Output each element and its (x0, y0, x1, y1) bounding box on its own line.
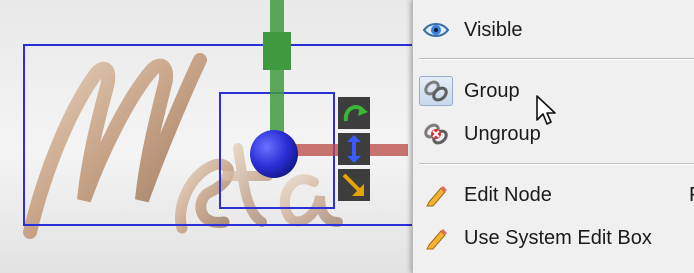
menu-separator (419, 163, 694, 165)
menu-item-ungroup-label: Ungroup (464, 122, 541, 145)
move-vertical-arrow-icon[interactable] (338, 133, 370, 165)
context-menu: Visible Group Ungroup Edit Node Use Syst… (412, 0, 694, 273)
gizmo-center-handle[interactable] (250, 130, 298, 178)
pencil-icon (419, 223, 453, 253)
menu-item-use-system-edit-box[interactable]: Use System Edit Box (413, 220, 694, 256)
menu-item-use-system-edit-box-label: Use System Edit Box (464, 226, 652, 249)
gizmo-y-handle[interactable] (263, 32, 291, 70)
mouse-pointer-icon (535, 94, 559, 131)
menu-item-edit-node-label: Edit Node (464, 183, 552, 206)
transform-gizmo[interactable] (250, 0, 408, 178)
scene-canvas[interactable] (0, 0, 412, 273)
pencil-icon (419, 180, 453, 210)
menu-item-group-label: Group (464, 79, 520, 102)
menu-separator (419, 58, 694, 60)
rotate-arrow-icon[interactable] (338, 97, 370, 129)
group-chain-icon (419, 76, 453, 106)
menu-item-visible[interactable]: Visible (413, 12, 694, 48)
ungroup-chain-icon (419, 119, 453, 149)
3d-viewport[interactable] (0, 0, 412, 273)
menu-item-edit-node[interactable]: Edit Node F (413, 177, 694, 213)
menu-item-visible-label: Visible (464, 18, 523, 41)
scale-arrow-icon[interactable] (338, 169, 370, 201)
gizmo-y-axis[interactable] (270, 0, 284, 150)
eye-icon (419, 15, 453, 45)
menu-item-edit-node-shortcut: F (689, 184, 694, 207)
